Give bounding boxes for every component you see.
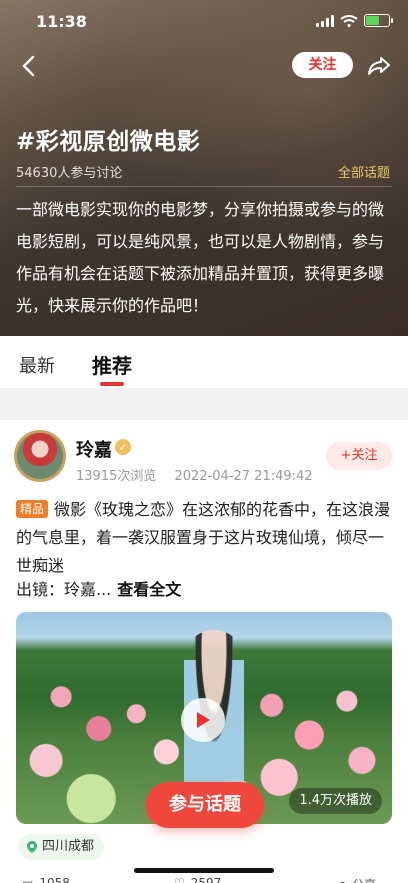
location-pin-icon — [27, 841, 37, 853]
status-time: 11:38 — [36, 12, 87, 31]
read-more-link[interactable]: 查看全文 — [117, 580, 181, 599]
share-arrow-icon[interactable] — [366, 52, 392, 78]
join-topic-button[interactable]: 参与话题 — [146, 782, 264, 828]
active-tab-indicator — [100, 382, 124, 386]
participant-count: 54630人参与讨论 — [16, 166, 123, 181]
topic-description: 一部微电影实现你的电影梦，分享你拍摄或参与的微电影短剧，可以是纯风景，也可以是人… — [16, 200, 385, 315]
status-icons — [316, 14, 393, 27]
view-count: 13915次浏览 — [76, 469, 157, 484]
featured-badge: 精品 — [16, 500, 49, 518]
location-tag[interactable]: 四川成都 — [18, 834, 105, 860]
post-cameo: 出镜：玲嘉... 查看全文 — [16, 576, 181, 600]
play-icon[interactable] — [181, 698, 225, 742]
feed-tabs: 最新 推荐 — [0, 336, 408, 388]
comment-count: 1058 — [39, 876, 70, 883]
author-name[interactable]: 玲嘉 — [76, 436, 112, 462]
post-body: 微影《玫瑰之恋》在这浓郁的花香中，在这浪漫的气息里，着一袭汉服置身于这片玫瑰仙境… — [16, 500, 391, 575]
like-count: 2597 — [190, 876, 222, 883]
tab-latest[interactable]: 最新 — [19, 352, 55, 378]
comment-icon: ▭ — [22, 876, 34, 883]
like-icon: ♡ — [174, 876, 185, 883]
home-indicator — [134, 868, 274, 873]
chevron-left-icon[interactable] — [16, 52, 44, 80]
play-count: 1.4万次播放 — [289, 788, 382, 814]
battery-icon — [364, 14, 393, 27]
post-text[interactable]: 精品 微影《玫瑰之恋》在这浓郁的花香中，在这浪漫的气息里，着一袭汉服置身于这片玫瑰… — [16, 496, 392, 580]
post-meta: 13915次浏览 2022-04-27 21:49:42 — [76, 465, 327, 484]
follow-author-button[interactable]: +关注 — [326, 442, 392, 470]
tab-recommended[interactable]: 推荐 — [92, 350, 132, 379]
header-divider — [16, 186, 392, 187]
post-timestamp: 2022-04-27 21:49:42 — [174, 469, 313, 484]
signal-icon — [316, 14, 334, 27]
comment-button[interactable]: ▭ 1058 — [22, 876, 70, 883]
topic-title: #彩视原创微电影 — [16, 129, 201, 155]
topic-header: 11:38 关注 #彩视原创微电影 54630人参与讨论 全部话题 一部微电影实… — [0, 0, 408, 336]
share-icon: ↗ — [336, 878, 346, 883]
follow-topic-button[interactable]: 关注 — [292, 52, 353, 78]
post-action-bar: ▭ 1058 ♡ 2597 ↗ 分享 — [0, 872, 408, 883]
wifi-icon — [340, 14, 358, 27]
verified-badge-icon: ✓ — [114, 438, 132, 456]
all-topics-link[interactable]: 全部话题 — [338, 162, 390, 181]
like-button[interactable]: ♡ 2597 — [174, 876, 221, 883]
cameo-text: 出镜：玲嘉... — [16, 580, 112, 599]
avatar[interactable] — [14, 430, 66, 482]
post-share-button[interactable]: ↗ 分享 — [336, 876, 376, 883]
section-separator — [0, 388, 408, 420]
location-label: 四川成都 — [42, 839, 95, 854]
share-label: 分享 — [352, 876, 376, 883]
